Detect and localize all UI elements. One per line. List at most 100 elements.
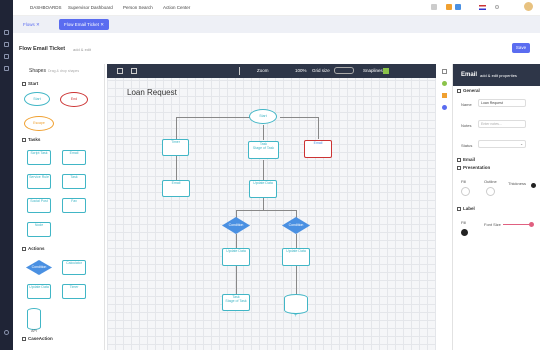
- font-size-label: Font Size: [484, 222, 501, 227]
- save-button[interactable]: Save: [512, 43, 530, 53]
- shape-timer[interactable]: Timer: [62, 284, 86, 299]
- connector: [263, 160, 264, 180]
- connector: [296, 266, 297, 294]
- page-header: Flow Email Ticket add & edit Save: [13, 40, 540, 60]
- add-node-icon[interactable]: +: [294, 313, 298, 319]
- shape-condition[interactable]: Condition: [26, 260, 52, 275]
- section-case-action[interactable]: CaseAction: [22, 336, 53, 341]
- shape-fax[interactable]: Fax: [62, 198, 86, 213]
- shapes-search[interactable]: Drag & drop shapes: [48, 69, 79, 73]
- section-label: Start: [28, 81, 39, 86]
- list-icon[interactable]: [4, 54, 9, 59]
- thickness-slider[interactable]: [531, 183, 536, 188]
- status-icon[interactable]: [442, 81, 447, 86]
- mini-toolbar: [437, 64, 452, 114]
- shape-calculator[interactable]: Calculator: [62, 260, 86, 275]
- node-update-data-3[interactable]: Update Data: [282, 248, 310, 266]
- left-navigation-bar: [0, 0, 13, 350]
- info-icon[interactable]: [442, 105, 447, 110]
- section-label[interactable]: Label: [457, 206, 475, 211]
- flow-canvas[interactable]: [107, 64, 436, 350]
- page-title: Flow Email Ticket: [19, 46, 66, 52]
- node-email-selected[interactable]: Email: [304, 140, 332, 158]
- node-database[interactable]: [284, 294, 308, 314]
- settings-icon[interactable]: [4, 66, 9, 71]
- section-label: Tasks: [28, 137, 41, 142]
- pin-icon[interactable]: [442, 69, 447, 74]
- node-task-stage: Stage of Task: [252, 146, 275, 150]
- section-label: Actions: [28, 246, 45, 251]
- grid-size-toggle[interactable]: [334, 67, 354, 74]
- chat-icon[interactable]: [446, 4, 452, 10]
- shape-start[interactable]: Start: [24, 92, 50, 106]
- chevron-down-icon: ⌄: [520, 142, 523, 146]
- help-icon[interactable]: [495, 5, 499, 9]
- shape-script-task[interactable]: Script Task: [27, 150, 51, 165]
- node-update-data-2[interactable]: Update Data: [222, 248, 250, 266]
- zoom-label: Zoom: [257, 68, 269, 73]
- shape-escape[interactable]: Escape: [24, 116, 54, 131]
- section-label: CaseAction: [28, 336, 53, 341]
- shape-node[interactable]: Node: [27, 222, 51, 237]
- menu-icon[interactable]: [117, 68, 123, 74]
- node-timer[interactable]: Timer: [162, 139, 189, 156]
- shape-update-data[interactable]: Update Data: [27, 284, 51, 299]
- section-label: Email: [463, 157, 476, 162]
- image-icon[interactable]: [131, 68, 137, 74]
- notification-icon[interactable]: [431, 4, 437, 10]
- page-subtitle: add & edit: [73, 47, 92, 52]
- connector: [236, 234, 237, 248]
- properties-panel: Email add & edit properties General Name…: [452, 64, 540, 350]
- avatar[interactable]: [524, 2, 533, 11]
- section-general[interactable]: General: [457, 88, 480, 93]
- shapes-title: Shapes: [29, 68, 46, 74]
- node-update-data-1[interactable]: Update Data: [249, 180, 277, 198]
- node-task-2[interactable]: Task Stage of Task: [222, 294, 250, 311]
- align-icon[interactable]: [239, 67, 245, 75]
- node-start[interactable]: Start: [249, 109, 277, 124]
- connector: [280, 117, 318, 118]
- status-dropdown[interactable]: ⌄: [478, 140, 526, 148]
- lock-icon[interactable]: [442, 93, 447, 98]
- tab-flows[interactable]: Flows ✕: [18, 19, 45, 30]
- shape-service-rule[interactable]: Service Rule: [27, 174, 51, 189]
- nav-action-center[interactable]: Action Center: [163, 5, 190, 10]
- node-email[interactable]: Email: [162, 180, 190, 197]
- shape-api[interactable]: API: [27, 308, 41, 333]
- connector: [263, 198, 264, 210]
- section-tasks[interactable]: Tasks: [22, 137, 40, 142]
- tab-bar: Flows ✕ Flow Email Ticket ✕: [13, 16, 540, 33]
- home-icon[interactable]: [4, 30, 9, 35]
- tab-flow-email-ticket[interactable]: Flow Email Ticket ✕: [59, 19, 110, 30]
- shape-social-post[interactable]: Social Post: [27, 198, 51, 213]
- notes-field[interactable]: Enter notes...: [478, 120, 526, 128]
- shape-task[interactable]: Task: [62, 174, 86, 189]
- section-presentation[interactable]: Presentation: [457, 165, 490, 170]
- nav-dashboards[interactable]: DASHBOARDS: [30, 5, 62, 10]
- shape-end[interactable]: End: [60, 92, 88, 107]
- shape-email[interactable]: Email: [62, 150, 86, 165]
- flag-icon[interactable]: [479, 5, 486, 10]
- people-icon[interactable]: [4, 42, 9, 47]
- canvas-toolbar: Zoom 100% Grid size Snaplines: [107, 64, 436, 78]
- section-start[interactable]: Start: [22, 81, 38, 86]
- collapse-icon[interactable]: [4, 330, 9, 335]
- outline-color-picker[interactable]: [486, 187, 495, 196]
- connector: [318, 117, 319, 139]
- connector: [296, 210, 297, 218]
- tab-label: Flow Email Ticket: [64, 22, 100, 27]
- node-task[interactable]: Task Stage of Task: [248, 141, 279, 159]
- snaplines-checkbox[interactable]: [383, 68, 389, 74]
- nav-person-search[interactable]: Person Search: [123, 5, 153, 10]
- fill-color-picker[interactable]: [461, 187, 470, 196]
- section-actions[interactable]: Actions: [22, 246, 45, 251]
- label-fill-color[interactable]: [461, 229, 468, 236]
- apps-icon[interactable]: [455, 4, 461, 10]
- section-email[interactable]: Email: [457, 157, 475, 162]
- connector: [296, 234, 297, 248]
- font-size-slider-handle[interactable]: [529, 222, 534, 227]
- connector: [263, 125, 264, 140]
- nav-supervisor-dashboard[interactable]: Supervisor Dashboard: [68, 5, 113, 10]
- name-field[interactable]: Loan Request: [478, 99, 526, 107]
- zoom-value[interactable]: 100%: [295, 68, 307, 73]
